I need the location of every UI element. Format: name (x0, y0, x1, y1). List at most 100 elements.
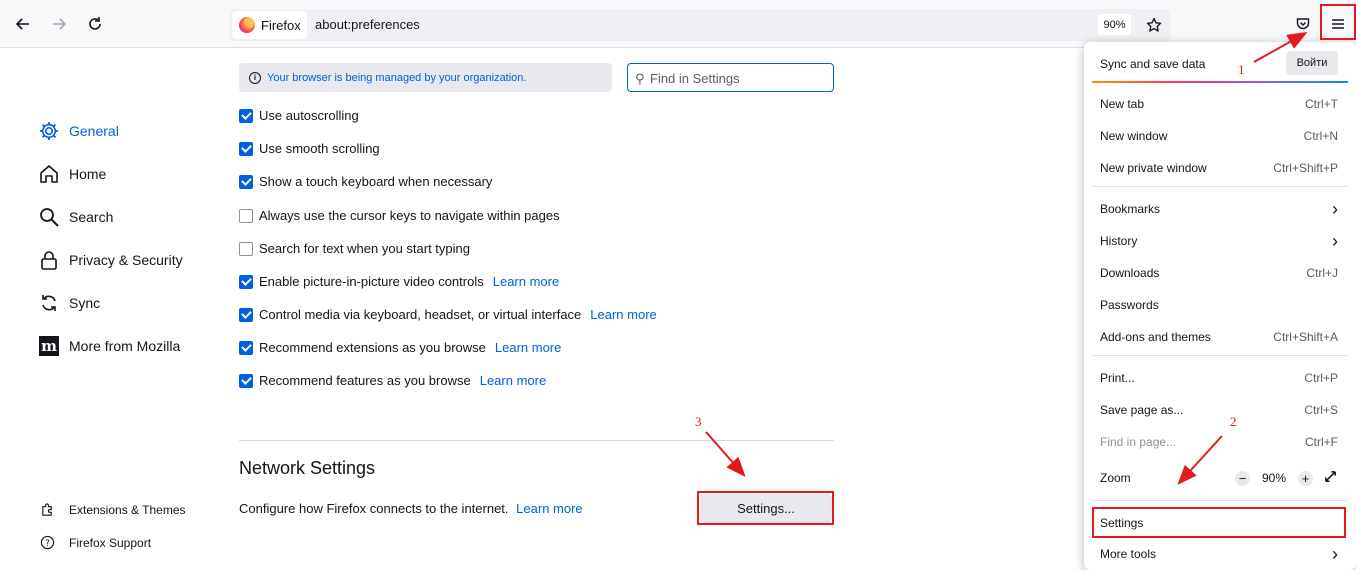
network-description: Configure how Firefox connects to the in… (239, 501, 583, 516)
checkbox[interactable] (239, 274, 253, 289)
firefox-logo-icon (239, 17, 255, 33)
url-bar[interactable]: Firefox about:preferences 90% (230, 9, 1170, 41)
menu-shortcut: Ctrl+Shift+P (1273, 161, 1338, 175)
option-picture-in-picture[interactable]: Enable picture-in-picture video controls… (239, 274, 559, 289)
annotation-step-1: 1 (1238, 62, 1245, 77)
identity-box[interactable]: Firefox (232, 11, 307, 39)
option-cursor-keys[interactable]: Always use the cursor keys to navigate w… (239, 208, 560, 223)
extensions-themes-link[interactable]: Extensions & Themes (40, 502, 186, 517)
network-settings-heading: Network Settings (239, 458, 376, 478)
menu-new-window[interactable]: New window Ctrl+N (1100, 126, 1338, 146)
menu-save-page[interactable]: Save page as... Ctrl+S (1100, 400, 1338, 420)
sign-in-button[interactable]: Войти (1286, 51, 1338, 75)
checkbox[interactable] (239, 141, 253, 156)
checkbox[interactable] (239, 208, 253, 223)
forward-arrow-icon (53, 18, 67, 30)
menu-shortcut: Ctrl+T (1305, 97, 1338, 111)
annotation-highlight-settings-item (1092, 507, 1346, 538)
zoom-out-button[interactable]: − (1235, 470, 1250, 486)
help-icon: ? (40, 535, 55, 550)
menu-shortcut: Ctrl+P (1304, 371, 1338, 385)
checkbox[interactable] (239, 174, 253, 189)
find-in-settings-box[interactable]: ⚲ (627, 63, 834, 92)
menu-item-label: Add-ons and themes (1100, 330, 1211, 344)
fullscreen-button[interactable] (1323, 469, 1338, 487)
menu-item-label: Passwords (1100, 298, 1159, 312)
option-touch-keyboard[interactable]: Show a touch keyboard when necessary (239, 174, 492, 189)
menu-find-in-page[interactable]: Find in page... Ctrl+F (1100, 432, 1338, 452)
menu-shortcut: Ctrl+F (1305, 435, 1338, 449)
pocket-icon (1296, 18, 1310, 30)
policy-notice[interactable]: i Your browser is being managed by your … (239, 63, 612, 92)
pocket-button[interactable] (1288, 9, 1318, 39)
menu-sync[interactable]: Sync and save data (1100, 54, 1280, 74)
menu-addons-themes[interactable]: Add-ons and themes Ctrl+Shift+A (1100, 327, 1338, 347)
learn-more-link[interactable]: Learn more (480, 373, 546, 388)
menu-shortcut: Ctrl+Shift+A (1273, 330, 1338, 344)
zoom-controls: − 90% + (1235, 469, 1338, 487)
menu-shortcut: Ctrl+N (1303, 129, 1338, 143)
menu-print[interactable]: Print... Ctrl+P (1100, 368, 1338, 388)
checkbox[interactable] (239, 373, 253, 388)
bookmark-star-button[interactable] (1142, 13, 1166, 37)
learn-more-link[interactable]: Learn more (493, 274, 559, 289)
info-icon: i (249, 71, 261, 84)
menu-bookmarks[interactable]: Bookmarks › (1100, 199, 1338, 219)
menu-new-tab[interactable]: New tab Ctrl+T (1100, 94, 1338, 114)
checkbox[interactable] (239, 307, 253, 322)
menu-separator (1092, 355, 1348, 356)
menu-separator (1092, 186, 1348, 187)
zoom-value[interactable]: 90% (1260, 471, 1288, 485)
footer-label: Firefox Support (69, 535, 152, 550)
menu-history[interactable]: History › (1100, 231, 1338, 251)
menu-item-label: Bookmarks (1100, 202, 1161, 216)
menu-item-label: Save page as... (1100, 403, 1184, 417)
sync-gradient-divider (1092, 81, 1348, 83)
option-media-control[interactable]: Control media via keyboard, headset, or … (239, 307, 657, 322)
reload-button[interactable] (80, 9, 110, 39)
option-label: Recommend extensions as you browse (259, 340, 486, 355)
learn-more-link[interactable]: Learn more (495, 340, 561, 355)
zoom-in-button[interactable]: + (1298, 470, 1313, 486)
menu-item-label: Downloads (1100, 266, 1160, 280)
option-autoscrolling[interactable]: Use autoscrolling (239, 108, 359, 123)
chevron-right-icon: › (1332, 543, 1338, 564)
annotation-step-2: 2 (1230, 414, 1237, 429)
option-label: Always use the cursor keys to navigate w… (259, 208, 560, 223)
menu-separator (1092, 500, 1348, 501)
learn-more-link[interactable]: Learn more (590, 307, 656, 322)
option-search-typing[interactable]: Search for text when you start typing (239, 241, 470, 256)
back-button[interactable] (8, 9, 38, 39)
menu-item-label: Find in page... (1100, 435, 1177, 449)
star-icon (1146, 17, 1162, 32)
zoom-label: Zoom (1100, 471, 1131, 485)
options-viewport: Use autoscrolling Use smooth scrolling S… (0, 108, 1080, 408)
menu-more-tools[interactable]: More tools › (1100, 544, 1338, 564)
url-text[interactable]: about:preferences (315, 17, 420, 32)
find-in-settings-input[interactable] (650, 69, 825, 87)
checkbox[interactable] (239, 241, 253, 256)
firefox-support-link[interactable]: ? Firefox Support (40, 535, 151, 550)
footer-label: Extensions & Themes (69, 502, 186, 517)
menu-shortcut: Ctrl+J (1306, 266, 1338, 280)
menu-item-label: New private window (1100, 161, 1207, 175)
option-label: Use autoscrolling (259, 108, 359, 123)
menu-downloads[interactable]: Downloads Ctrl+J (1100, 263, 1338, 283)
checkbox[interactable] (239, 108, 253, 123)
menu-item-label: New window (1100, 129, 1168, 143)
network-learn-more-link[interactable]: Learn more (516, 501, 582, 516)
menu-shortcut: Ctrl+S (1304, 403, 1338, 417)
menu-new-private-window[interactable]: New private window Ctrl+Shift+P (1100, 158, 1338, 178)
option-recommend-features[interactable]: Recommend features as you browse Learn m… (239, 373, 546, 388)
menu-passwords[interactable]: Passwords (1100, 295, 1338, 315)
zoom-reset-button[interactable]: 90% (1098, 14, 1131, 35)
option-recommend-extensions[interactable]: Recommend extensions as you browse Learn… (239, 340, 561, 355)
arrow-step-3 (705, 431, 746, 478)
menu-zoom-row: Zoom − 90% + (1100, 468, 1338, 488)
menu-item-label: History (1100, 234, 1138, 248)
network-description-text: Configure how Firefox connects to the in… (239, 501, 509, 516)
reload-icon (89, 17, 101, 30)
forward-button[interactable] (44, 9, 74, 39)
checkbox[interactable] (239, 340, 253, 355)
option-smooth-scrolling[interactable]: Use smooth scrolling (239, 141, 380, 156)
